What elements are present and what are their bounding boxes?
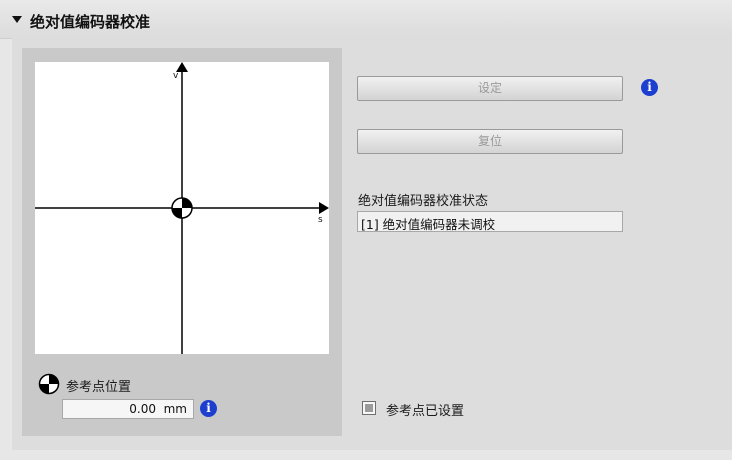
x-axis-arrow-icon xyxy=(319,202,329,214)
reference-point-unit: mm xyxy=(163,402,187,416)
reference-point-set-checkbox[interactable] xyxy=(362,401,376,415)
reference-point-marker-icon xyxy=(171,197,193,219)
reference-point-legend-icon xyxy=(38,373,60,395)
section-title: 绝对值编码器校准 xyxy=(30,13,151,31)
x-axis-label: s xyxy=(318,215,323,225)
collapse-arrow-icon[interactable] xyxy=(12,16,22,23)
reset-button[interactable]: 复位 xyxy=(357,129,623,154)
reference-point-label: 参考点位置 xyxy=(66,380,132,395)
section-header[interactable]: 绝对值编码器校准 xyxy=(0,0,732,39)
set-button[interactable]: 设定 xyxy=(357,76,623,101)
calibration-status-label: 绝对值编码器校准状态 xyxy=(358,194,489,209)
set-info-icon[interactable]: i xyxy=(641,79,658,96)
reference-point-info-icon[interactable]: i xyxy=(200,400,217,417)
reference-point-position-field[interactable]: 0.00 mm xyxy=(62,399,194,419)
reference-point-value: 0.00 xyxy=(129,402,156,416)
calibration-status-field: [1] 绝对值编码器未调校 xyxy=(357,211,623,232)
y-axis-label: v xyxy=(173,71,179,81)
reference-point-set-label: 参考点已设置 xyxy=(386,404,465,419)
position-velocity-plot xyxy=(35,62,329,354)
